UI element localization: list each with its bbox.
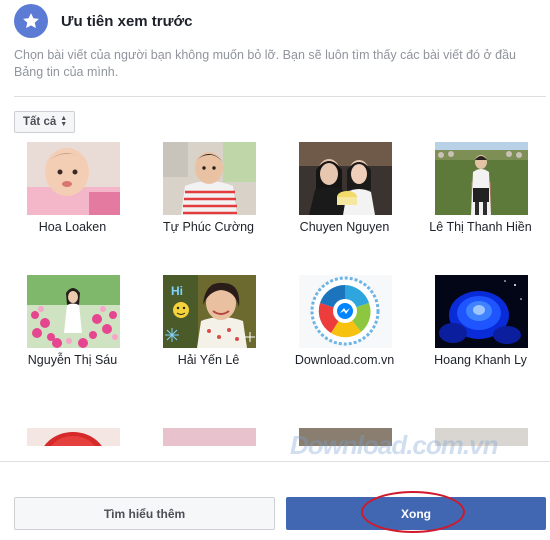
filter-label: Tất cả [23, 116, 57, 128]
friend-name: Nguyễn Thị Sáu [27, 353, 118, 367]
profile-photo [435, 275, 528, 348]
dialog-title: Ưu tiên xem trước [61, 12, 193, 30]
profile-photo [27, 142, 120, 215]
star-icon [14, 4, 48, 38]
friend-card[interactable]: Hoang Khanh Ly [413, 271, 548, 411]
friend-card[interactable] [141, 424, 276, 446]
friend-name: Hải Yến Lê [177, 353, 240, 367]
profile-photo: Hi [163, 275, 256, 348]
friend-card[interactable] [413, 424, 548, 446]
friend-name: Tự Phúc Cường [163, 220, 254, 234]
friend-card[interactable]: Nguyễn Thị Sáu [5, 271, 140, 411]
friend-name: Lê Thị Thanh Hiền [429, 220, 532, 234]
friend-card[interactable] [277, 424, 412, 446]
friend-card[interactable]: Download.com.vn [277, 271, 412, 411]
friend-card[interactable] [5, 424, 140, 446]
friend-name: Hoa Loaken [38, 220, 107, 234]
profile-photo [163, 428, 256, 446]
learn-more-button[interactable]: Tìm hiểu thêm [14, 497, 275, 530]
friend-name: Chuyen Nguyen [299, 220, 390, 234]
svg-text:Hi: Hi [171, 284, 183, 298]
profile-photo [27, 428, 120, 446]
friend-name: Download.com.vn [294, 353, 395, 367]
sort-caret-icon: ▲ ▼ [60, 115, 68, 128]
done-button[interactable]: Xong [286, 497, 546, 530]
profile-photo [163, 142, 256, 215]
profile-photo [299, 142, 392, 215]
profile-photo [299, 275, 392, 348]
dialog-description: Chọn bài viết của người bạn không muốn b… [14, 48, 517, 79]
friend-card[interactable]: Hi Hải Yến Lê [141, 271, 276, 411]
filter-dropdown[interactable]: Tất cả ▲ ▼ [14, 111, 76, 133]
friend-card[interactable]: Tự Phúc Cường [141, 138, 276, 278]
friend-card[interactable]: Lê Thị Thanh Hiền [413, 138, 548, 278]
profile-photo [435, 428, 528, 446]
profile-photo [435, 142, 528, 215]
dialog-header: Ưu tiên xem trước [14, 4, 193, 38]
profile-photo [299, 428, 392, 446]
profile-photo [27, 275, 120, 348]
friend-card[interactable]: Chuyen Nguyen [277, 138, 412, 278]
footer-divider [0, 461, 550, 462]
friends-grid: Hoa Loaken Tự Phúc Cường Chuyen Nguyen L… [0, 138, 550, 446]
friend-card[interactable]: Hoa Loaken [5, 138, 140, 278]
friend-name: Hoang Khanh Ly [434, 353, 527, 367]
divider [14, 96, 546, 97]
